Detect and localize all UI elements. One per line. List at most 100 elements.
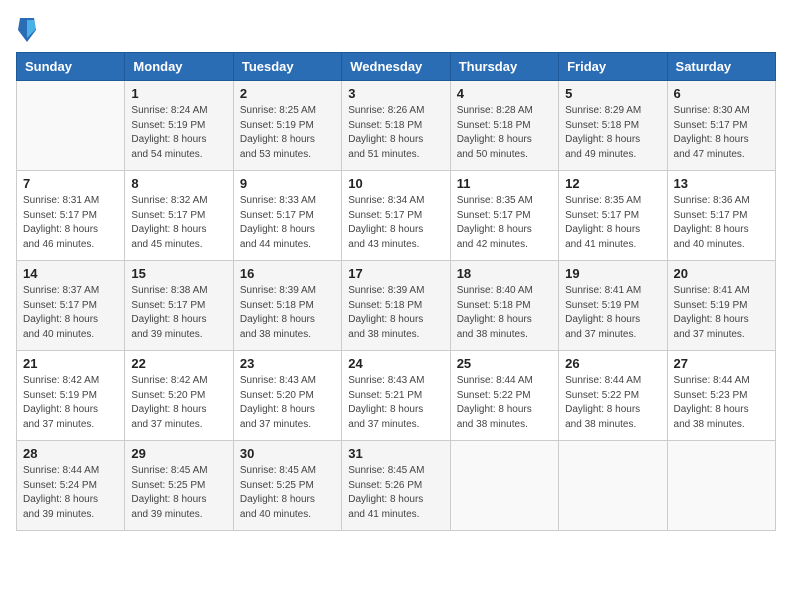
calendar-cell: 26 Sunrise: 8:44 AM Sunset: 5:22 PM Dayli… — [559, 351, 667, 441]
calendar-cell: 16 Sunrise: 8:39 AM Sunset: 5:18 PM Dayli… — [233, 261, 341, 351]
day-number: 2 — [240, 86, 335, 101]
calendar-cell: 20 Sunrise: 8:41 AM Sunset: 5:19 PM Dayli… — [667, 261, 775, 351]
calendar-cell: 8 Sunrise: 8:32 AM Sunset: 5:17 PM Daylig… — [125, 171, 233, 261]
day-info: Sunrise: 8:41 AM Sunset: 5:19 PM Dayligh… — [674, 284, 769, 342]
calendar-cell: 31Sunrise: 8:45 AM Sunset: 5:26 PM Dayli… — [342, 441, 450, 531]
day-number: 4 — [457, 86, 552, 101]
day-number: 22 — [131, 356, 226, 371]
day-info: Sunrise: 8:36 AM Sunset: 5:17 PM Dayligh… — [674, 194, 769, 252]
calendar-cell: 28 Sunrise: 8:44 AM Sunset: 5:24 PM Dayli… — [17, 441, 125, 531]
day-info: Sunrise: 8:44 AM Sunset: 5:22 PM Dayligh… — [457, 374, 552, 432]
calendar-cell: 7 Sunrise: 8:31 AM Sunset: 5:17 PM Daylig… — [17, 171, 125, 261]
calendar-cell: 15 Sunrise: 8:38 AM Sunset: 5:17 PM Dayli… — [125, 261, 233, 351]
day-number: 12 — [565, 176, 660, 191]
day-info: Sunrise: 8:45 AM Sunset: 5:25 PM Dayligh… — [240, 464, 335, 522]
day-number: 31 — [348, 446, 443, 461]
day-info: Sunrise: 8:41 AM Sunset: 5:19 PM Dayligh… — [565, 284, 660, 342]
calendar-cell: 25 Sunrise: 8:44 AM Sunset: 5:22 PM Dayli… — [450, 351, 558, 441]
day-info: Sunrise: 8:44 AM Sunset: 5:24 PM Dayligh… — [23, 464, 118, 522]
day-info: Sunrise: 8:42 AM Sunset: 5:20 PM Dayligh… — [131, 374, 226, 432]
day-info: Sunrise: 8:32 AM Sunset: 5:17 PM Dayligh… — [131, 194, 226, 252]
day-number: 28 — [23, 446, 118, 461]
logo — [16, 16, 42, 44]
day-number: 23 — [240, 356, 335, 371]
day-number: 18 — [457, 266, 552, 281]
day-number: 3 — [348, 86, 443, 101]
day-info: Sunrise: 8:42 AM Sunset: 5:19 PM Dayligh… — [23, 374, 118, 432]
calendar-week-row: 21 Sunrise: 8:42 AM Sunset: 5:19 PM Dayli… — [17, 351, 776, 441]
day-number: 11 — [457, 176, 552, 191]
calendar-cell: 11 Sunrise: 8:35 AM Sunset: 5:17 PM Dayli… — [450, 171, 558, 261]
calendar-cell — [450, 441, 558, 531]
day-number: 26 — [565, 356, 660, 371]
column-header-saturday: Saturday — [667, 53, 775, 81]
day-number: 27 — [674, 356, 769, 371]
day-info: Sunrise: 8:35 AM Sunset: 5:17 PM Dayligh… — [457, 194, 552, 252]
column-header-thursday: Thursday — [450, 53, 558, 81]
calendar-table: SundayMondayTuesdayWednesdayThursdayFrid… — [16, 52, 776, 531]
day-number: 10 — [348, 176, 443, 191]
calendar-cell — [17, 81, 125, 171]
calendar-cell — [667, 441, 775, 531]
day-info: Sunrise: 8:31 AM Sunset: 5:17 PM Dayligh… — [23, 194, 118, 252]
calendar-week-row: 7 Sunrise: 8:31 AM Sunset: 5:17 PM Daylig… — [17, 171, 776, 261]
calendar-cell: 6 Sunrise: 8:30 AM Sunset: 5:17 PM Daylig… — [667, 81, 775, 171]
calendar-week-row: 14Sunrise: 8:37 AM Sunset: 5:17 PM Dayli… — [17, 261, 776, 351]
day-info: Sunrise: 8:35 AM Sunset: 5:17 PM Dayligh… — [565, 194, 660, 252]
column-header-wednesday: Wednesday — [342, 53, 450, 81]
day-info: Sunrise: 8:45 AM Sunset: 5:25 PM Dayligh… — [131, 464, 226, 522]
day-number: 30 — [240, 446, 335, 461]
day-info: Sunrise: 8:34 AM Sunset: 5:17 PM Dayligh… — [348, 194, 443, 252]
calendar-cell: 19 Sunrise: 8:41 AM Sunset: 5:19 PM Dayli… — [559, 261, 667, 351]
calendar-cell: 4 Sunrise: 8:28 AM Sunset: 5:18 PM Daylig… — [450, 81, 558, 171]
day-number: 8 — [131, 176, 226, 191]
day-number: 14 — [23, 266, 118, 281]
calendar-cell: 12 Sunrise: 8:35 AM Sunset: 5:17 PM Dayli… — [559, 171, 667, 261]
day-number: 24 — [348, 356, 443, 371]
day-number: 17 — [348, 266, 443, 281]
calendar-cell: 23 Sunrise: 8:43 AM Sunset: 5:20 PM Dayli… — [233, 351, 341, 441]
day-number: 20 — [674, 266, 769, 281]
day-number: 5 — [565, 86, 660, 101]
day-info: Sunrise: 8:25 AM Sunset: 5:19 PM Dayligh… — [240, 104, 335, 162]
calendar-cell: 13Sunrise: 8:36 AM Sunset: 5:17 PM Dayli… — [667, 171, 775, 261]
day-number: 7 — [23, 176, 118, 191]
day-number: 25 — [457, 356, 552, 371]
day-info: Sunrise: 8:39 AM Sunset: 5:18 PM Dayligh… — [348, 284, 443, 342]
day-info: Sunrise: 8:40 AM Sunset: 5:18 PM Dayligh… — [457, 284, 552, 342]
header — [16, 16, 776, 44]
column-header-friday: Friday — [559, 53, 667, 81]
calendar-header-row: SundayMondayTuesdayWednesdayThursdayFrid… — [17, 53, 776, 81]
column-header-monday: Monday — [125, 53, 233, 81]
column-header-tuesday: Tuesday — [233, 53, 341, 81]
calendar-cell: 18 Sunrise: 8:40 AM Sunset: 5:18 PM Dayli… — [450, 261, 558, 351]
calendar-cell: 30 Sunrise: 8:45 AM Sunset: 5:25 PM Dayli… — [233, 441, 341, 531]
calendar-cell: 1Sunrise: 8:24 AM Sunset: 5:19 PM Daylig… — [125, 81, 233, 171]
day-number: 15 — [131, 266, 226, 281]
calendar-cell: 2 Sunrise: 8:25 AM Sunset: 5:19 PM Daylig… — [233, 81, 341, 171]
day-info: Sunrise: 8:26 AM Sunset: 5:18 PM Dayligh… — [348, 104, 443, 162]
calendar-cell: 10 Sunrise: 8:34 AM Sunset: 5:17 PM Dayli… — [342, 171, 450, 261]
day-info: Sunrise: 8:44 AM Sunset: 5:23 PM Dayligh… — [674, 374, 769, 432]
day-info: Sunrise: 8:29 AM Sunset: 5:18 PM Dayligh… — [565, 104, 660, 162]
day-info: Sunrise: 8:33 AM Sunset: 5:17 PM Dayligh… — [240, 194, 335, 252]
day-info: Sunrise: 8:28 AM Sunset: 5:18 PM Dayligh… — [457, 104, 552, 162]
day-info: Sunrise: 8:44 AM Sunset: 5:22 PM Dayligh… — [565, 374, 660, 432]
day-info: Sunrise: 8:30 AM Sunset: 5:17 PM Dayligh… — [674, 104, 769, 162]
calendar-cell: 14Sunrise: 8:37 AM Sunset: 5:17 PM Dayli… — [17, 261, 125, 351]
day-info: Sunrise: 8:39 AM Sunset: 5:18 PM Dayligh… — [240, 284, 335, 342]
day-info: Sunrise: 8:43 AM Sunset: 5:20 PM Dayligh… — [240, 374, 335, 432]
calendar-cell: 3 Sunrise: 8:26 AM Sunset: 5:18 PM Daylig… — [342, 81, 450, 171]
day-number: 6 — [674, 86, 769, 101]
day-number: 21 — [23, 356, 118, 371]
day-info: Sunrise: 8:38 AM Sunset: 5:17 PM Dayligh… — [131, 284, 226, 342]
day-number: 19 — [565, 266, 660, 281]
day-info: Sunrise: 8:43 AM Sunset: 5:21 PM Dayligh… — [348, 374, 443, 432]
calendar-week-row: 1Sunrise: 8:24 AM Sunset: 5:19 PM Daylig… — [17, 81, 776, 171]
calendar-cell: 9 Sunrise: 8:33 AM Sunset: 5:17 PM Daylig… — [233, 171, 341, 261]
calendar-cell: 24 Sunrise: 8:43 AM Sunset: 5:21 PM Dayli… — [342, 351, 450, 441]
calendar-week-row: 28 Sunrise: 8:44 AM Sunset: 5:24 PM Dayli… — [17, 441, 776, 531]
day-number: 9 — [240, 176, 335, 191]
day-number: 16 — [240, 266, 335, 281]
day-number: 1 — [131, 86, 226, 101]
